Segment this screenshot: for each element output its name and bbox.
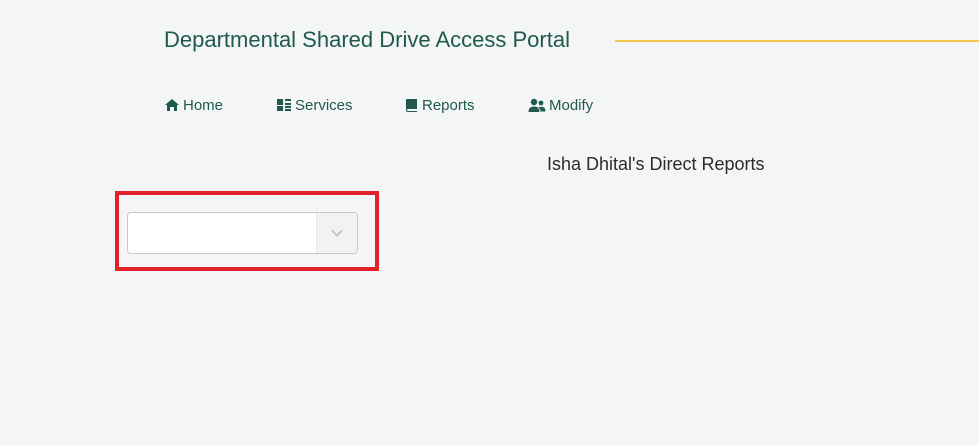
book-icon [405, 98, 419, 113]
select-arrow[interactable] [316, 213, 357, 253]
nav-item-home[interactable]: Home [164, 95, 223, 115]
home-icon [164, 98, 180, 112]
nav-item-reports[interactable]: Reports [405, 95, 475, 115]
nav-item-label: Reports [422, 96, 475, 114]
nav-item-label: Home [183, 96, 224, 114]
direct-reports-heading: Isha Dhital's Direct Reports [547, 154, 765, 174]
list-icon [276, 98, 292, 112]
chevron-down-icon [331, 224, 343, 242]
title-divider [615, 40, 979, 42]
nav-item-modify[interactable]: Modify [528, 95, 593, 115]
page-title: Departmental Shared Drive Access Portal [164, 27, 570, 52]
users-icon [528, 98, 546, 113]
direct-reports-select[interactable] [127, 212, 358, 254]
nav-item-label: Modify [549, 96, 594, 114]
nav-item-label: Services [295, 96, 353, 114]
select-value [128, 213, 316, 253]
nav-item-services[interactable]: Services [276, 95, 353, 115]
